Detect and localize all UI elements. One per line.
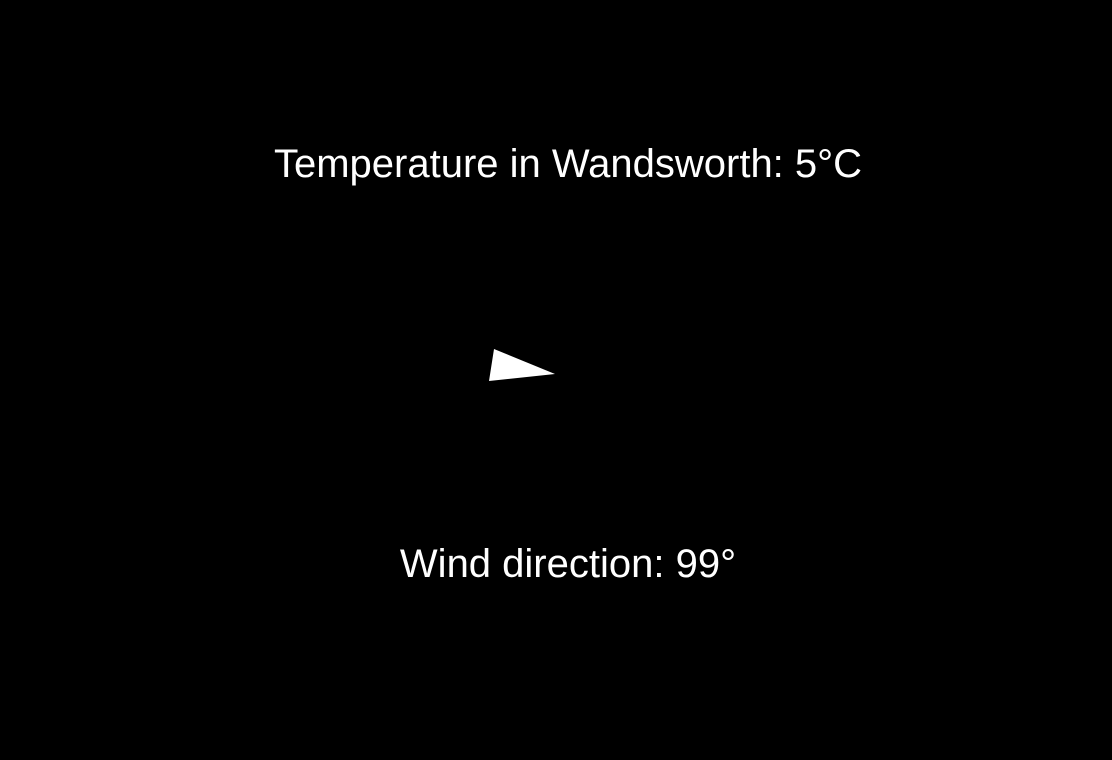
wind-arrow-shape <box>489 349 555 381</box>
wind-direction-arrow-icon <box>489 349 555 381</box>
temperature-label: Temperature in Wandsworth: 5°C <box>273 142 863 186</box>
weather-display: Temperature in Wandsworth: 5°C Wind dire… <box>0 0 1112 760</box>
wind-direction-label: Wind direction: 99° <box>399 542 737 586</box>
